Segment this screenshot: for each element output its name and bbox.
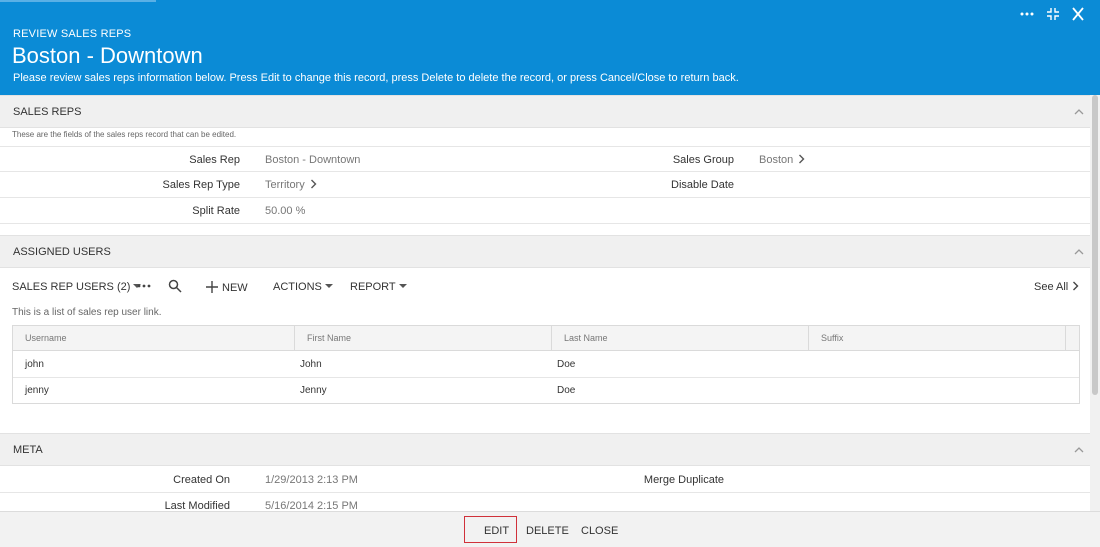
field-row: Sales Rep Type Territory Disable Date — [0, 172, 1090, 198]
cell-first-name: Jenny — [300, 385, 327, 396]
sales-group-link[interactable]: Boston — [759, 154, 793, 166]
dialog-footer: EDIT DELETE CLOSE — [0, 511, 1100, 547]
users-table: Username First Name Last Name Suffix joh… — [12, 325, 1080, 404]
field-label-last-modified: Last Modified — [164, 500, 230, 511]
column-header-last-name[interactable]: Last Name — [552, 326, 809, 351]
close-button[interactable]: CLOSE — [581, 525, 618, 537]
new-button-label: NEW — [222, 282, 248, 294]
chevron-up-icon[interactable] — [1072, 245, 1086, 259]
cell-first-name: John — [300, 359, 322, 370]
field-value-sales-group[interactable]: Boston — [759, 154, 805, 166]
sales-rep-users-label: SALES REP USERS (2) — [12, 281, 131, 293]
field-row: Last Modified 5/16/2014 2:15 PM — [0, 493, 1090, 511]
chevron-right-icon[interactable] — [310, 179, 317, 189]
collapse-icon[interactable] — [1046, 5, 1060, 23]
section-sales-reps-hint: These are the fields of the sales reps r… — [12, 130, 237, 139]
see-all-link[interactable]: See All — [1034, 281, 1079, 293]
section-assigned-users-header[interactable]: ASSIGNED USERS — [0, 235, 1090, 268]
more-options-icon[interactable] — [137, 279, 151, 296]
caret-down-icon — [398, 284, 407, 288]
chevron-up-icon[interactable] — [1072, 443, 1086, 457]
table-row[interactable]: john John Doe — [13, 352, 1079, 378]
column-header-suffix[interactable]: Suffix — [809, 326, 1066, 351]
column-header-username[interactable]: Username — [13, 326, 295, 351]
field-row: Sales Rep Boston - Downtown Sales Group … — [0, 146, 1090, 172]
actions-label: ACTIONS — [273, 281, 322, 293]
sales-rep-users-dropdown[interactable]: SALES REP USERS (2) — [12, 281, 142, 293]
field-label-sales-rep: Sales Rep — [189, 154, 240, 166]
dialog-title: Boston - Downtown — [12, 43, 203, 68]
cell-username: jenny — [25, 385, 49, 396]
field-label-sales-rep-type: Sales Rep Type — [162, 179, 240, 191]
field-value-created-on: 1/29/2013 2:13 PM — [265, 474, 358, 486]
caret-down-icon — [324, 284, 333, 288]
field-label-split-rate: Split Rate — [192, 205, 240, 217]
table-header: Username First Name Last Name Suffix — [13, 326, 1079, 351]
field-value-sales-rep-type[interactable]: Territory — [265, 179, 317, 191]
edit-button[interactable]: EDIT — [484, 525, 509, 537]
chevron-right-icon — [1073, 281, 1079, 291]
vertical-scrollbar[interactable] — [1090, 95, 1100, 511]
column-header-first-name[interactable]: First Name — [295, 326, 552, 351]
close-icon[interactable] — [1071, 5, 1085, 23]
field-row: Split Rate 50.00 % — [0, 198, 1090, 224]
cell-last-name: Doe — [557, 385, 576, 396]
chevron-right-icon[interactable] — [798, 154, 805, 164]
assigned-users-subtitle: This is a list of sales rep user link. — [12, 307, 162, 318]
field-label-disable-date: Disable Date — [671, 179, 734, 191]
field-label-merge-duplicate: Merge Duplicate — [643, 474, 724, 486]
field-value-last-modified: 5/16/2014 2:15 PM — [265, 500, 358, 511]
actions-dropdown[interactable]: ACTIONS — [273, 281, 333, 293]
header-accent-line — [0, 0, 156, 2]
section-meta-title: META — [13, 444, 43, 456]
delete-button[interactable]: DELETE — [526, 525, 569, 537]
section-meta-header[interactable]: META — [0, 433, 1090, 466]
cell-username: john — [25, 359, 44, 370]
table-row[interactable]: jenny Jenny Doe — [13, 378, 1079, 404]
field-label-sales-group: Sales Group — [672, 154, 734, 166]
field-value-sales-rep: Boston - Downtown — [265, 154, 361, 166]
field-label-created-on: Created On — [173, 474, 230, 486]
report-dropdown[interactable]: REPORT — [350, 281, 407, 293]
report-label: REPORT — [350, 281, 396, 293]
plus-icon — [206, 281, 218, 293]
dialog-description: Please review sales reps information bel… — [13, 72, 739, 84]
section-sales-reps-header[interactable]: SALES REPS — [0, 95, 1090, 128]
dialog-header: REVIEW SALES REPS Boston - Downtown Plea… — [0, 0, 1100, 95]
cell-last-name: Doe — [557, 359, 576, 370]
more-icon[interactable] — [1020, 5, 1034, 23]
see-all-label: See All — [1034, 281, 1069, 293]
search-icon[interactable] — [168, 279, 182, 296]
sales-rep-type-link[interactable]: Territory — [265, 179, 305, 191]
field-row: Created On 1/29/2013 2:13 PM Merge Dupli… — [0, 467, 1090, 493]
chevron-up-icon[interactable] — [1072, 105, 1086, 119]
field-value-split-rate: 50.00 % — [265, 205, 306, 217]
section-sales-reps-title: SALES REPS — [13, 106, 82, 118]
new-button[interactable]: NEW — [206, 281, 248, 294]
section-assigned-users-title: ASSIGNED USERS — [13, 246, 111, 258]
dialog-kicker: REVIEW SALES REPS — [13, 28, 132, 40]
scrollbar-thumb[interactable] — [1092, 95, 1098, 395]
